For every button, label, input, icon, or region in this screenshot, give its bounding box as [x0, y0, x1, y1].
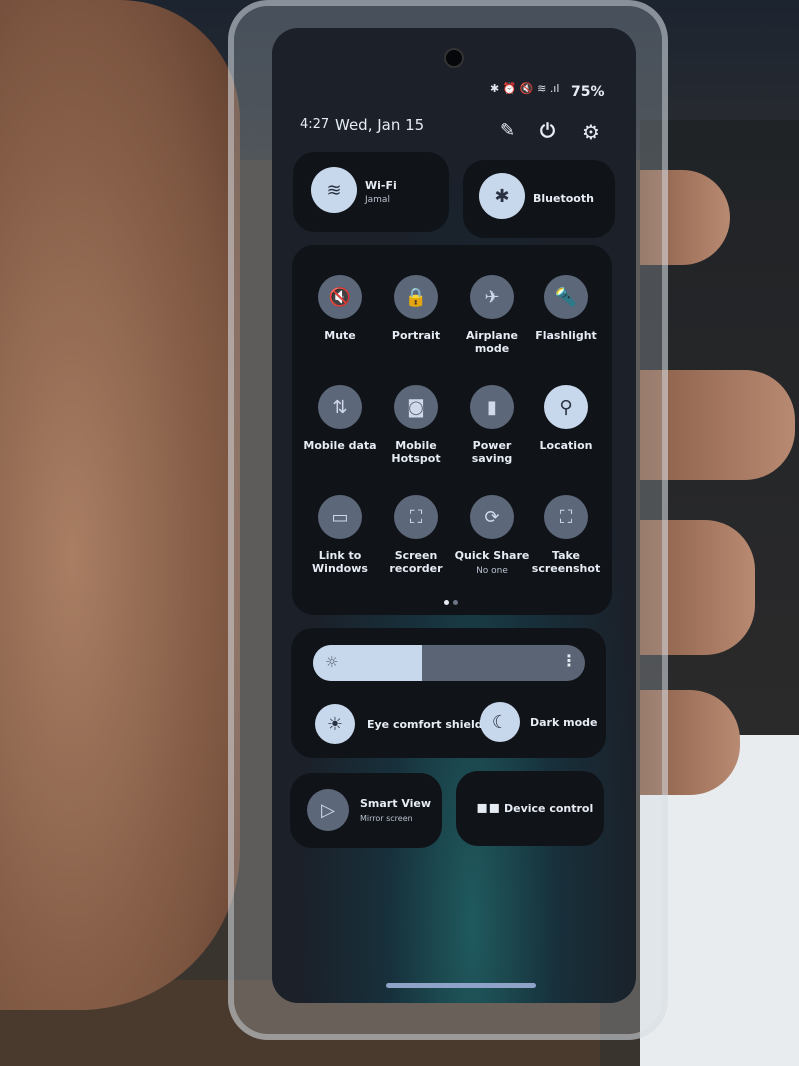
page-dot[interactable] [444, 600, 449, 605]
bluetooth-icon: ✱ [479, 173, 525, 219]
tile-label: Quick Share No one [452, 549, 532, 578]
tile-label: Mute [300, 329, 380, 342]
status-icons: ✱ ⏰ 🔇 ≋ .ıl [490, 82, 560, 95]
tile-label: Link to Windows [300, 549, 380, 575]
wifi-label: Wi-Fi [365, 179, 397, 192]
tile-label: Portrait [376, 329, 456, 342]
location-icon[interactable]: ⚲ [544, 385, 588, 429]
power-icon[interactable]: ⏻ [540, 120, 555, 142]
wifi-network: Jamal [365, 195, 390, 205]
tile-label: Take screenshot [526, 549, 606, 575]
tile-label-text: Screen recorder [389, 549, 443, 575]
smart-view-label: Smart View [360, 797, 432, 810]
tile-label: Flashlight [526, 329, 606, 342]
tile-label: Mobile Hotspot [376, 439, 456, 465]
tile-label-text: Location [539, 439, 593, 452]
tile-label-text: Link to Windows [312, 549, 368, 575]
eye-comfort-label[interactable]: Eye comfort shield [367, 718, 483, 731]
tile-label-text: Airplane mode [465, 329, 519, 355]
device-control-icon: ▪▪ [476, 797, 501, 818]
home-indicator[interactable] [386, 983, 536, 988]
wifi-icon: ≋ [311, 167, 357, 213]
tile-label-text: Portrait [391, 329, 441, 342]
more-options-icon[interactable]: ⋮ [561, 651, 577, 670]
tile-label-text: Quick Share [454, 549, 530, 562]
wifi-tile[interactable]: ≋ Wi-Fi Jamal [293, 152, 449, 232]
tile-label: Airplane mode [452, 329, 532, 355]
smart-view-icon: ▷ [307, 789, 349, 831]
bluetooth-tile[interactable]: ✱ Bluetooth [463, 160, 615, 238]
tile-label: Screen recorder [376, 549, 456, 575]
screenshot-icon[interactable]: ⛶ [544, 495, 588, 539]
power-saving-icon[interactable]: ▮ [470, 385, 514, 429]
tile-label-text: Power saving [471, 439, 513, 465]
tile-label-text: Mobile Hotspot [391, 439, 441, 465]
tile-label: Location [526, 439, 606, 452]
bluetooth-label: Bluetooth [533, 192, 594, 205]
mute-icon[interactable]: 🔇 [318, 275, 362, 319]
mobile-data-icon[interactable]: ⇅ [318, 385, 362, 429]
eye-comfort-icon[interactable]: ☀ [315, 704, 355, 744]
hotspot-icon[interactable]: ◙ [394, 385, 438, 429]
tile-label-text: Flashlight [535, 329, 597, 342]
link-to-windows-icon[interactable]: ▭ [318, 495, 362, 539]
screen-recorder-icon[interactable]: ⛶ [394, 495, 438, 539]
smart-view-tile[interactable]: ▷ Smart View Mirror screen [290, 773, 442, 848]
airplane-icon[interactable]: ✈ [470, 275, 514, 319]
smart-view-sub: Mirror screen [360, 814, 413, 823]
brightness-panel: ☼ ⋮ ☀ Eye comfort shield ☾ Dark mode [291, 628, 606, 758]
tile-sublabel: No one [476, 566, 508, 576]
settings-icon[interactable]: ⚙ [582, 120, 600, 144]
device-control-label: Device control [504, 802, 594, 815]
tile-label-text: Mute [324, 329, 356, 342]
brightness-slider[interactable]: ☼ ⋮ [313, 645, 585, 681]
sun-icon: ☼ [325, 653, 339, 671]
edit-icon[interactable]: ✎ [500, 120, 515, 141]
clock: 4:27 [300, 117, 330, 132]
tile-label: Mobile data [300, 439, 380, 452]
page-dot[interactable] [453, 600, 458, 605]
hand [0, 0, 240, 1010]
camera-cutout [444, 48, 464, 68]
tile-label-text: Take screenshot [531, 549, 601, 575]
date: Wed, Jan 15 [335, 116, 425, 134]
battery-percent: 75% [571, 84, 605, 100]
flashlight-icon[interactable]: 🔦 [544, 275, 588, 319]
tile-label: Power saving [452, 439, 532, 465]
quick-settings-grid: 🔇 Mute 🔒 Portrait ✈ Airplane mode 🔦 Flashlight ⇅… [292, 245, 612, 615]
tile-label-text: Mobile data [303, 439, 377, 452]
quick-share-icon[interactable]: ⟳ [470, 495, 514, 539]
dark-mode-label[interactable]: Dark mode [530, 716, 597, 729]
dark-mode-icon[interactable]: ☾ [480, 702, 520, 742]
portrait-lock-icon[interactable]: 🔒 [394, 275, 438, 319]
phone-screen: ✱ ⏰ 🔇 ≋ .ıl 75% 4:27 Wed, Jan 15 ✎ ⏻ ⚙ ≋… [272, 28, 636, 1003]
device-control-tile[interactable]: ▪▪ Device control [456, 771, 604, 846]
